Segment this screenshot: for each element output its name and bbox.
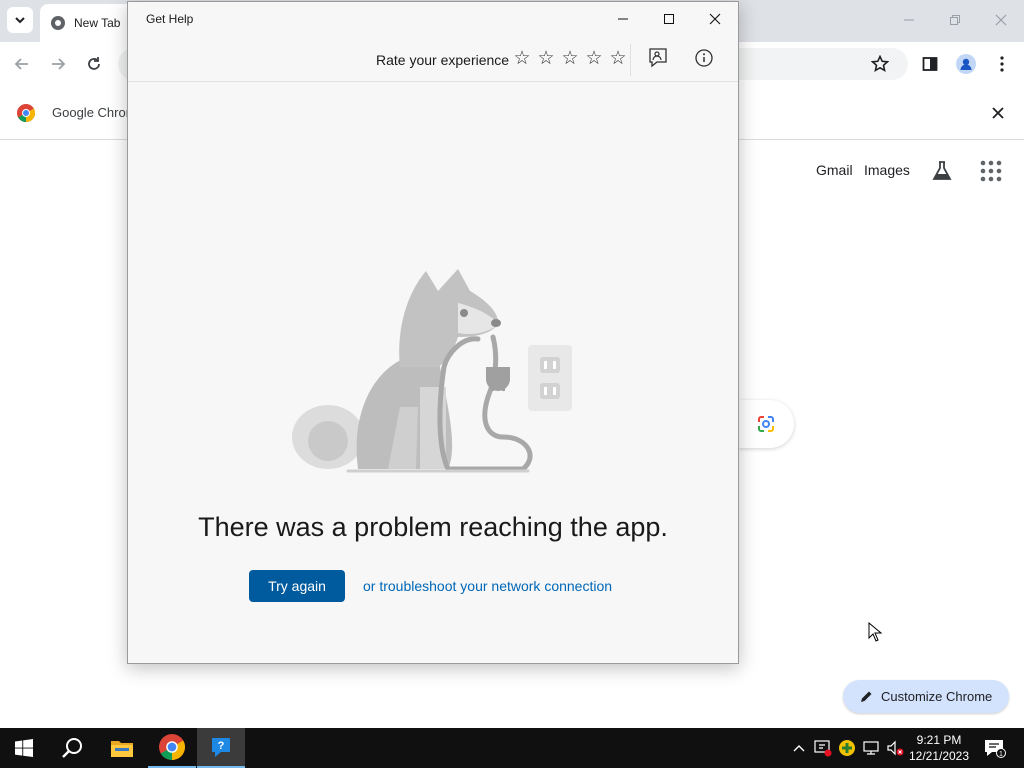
avatar-icon	[956, 54, 976, 74]
rating-stars: ☆ ☆ ☆ ☆ ☆	[510, 48, 630, 70]
network-icon	[863, 741, 879, 755]
side-panel-button[interactable]	[918, 52, 942, 76]
side-panel-icon	[922, 57, 938, 71]
images-link[interactable]: Images	[864, 162, 910, 178]
infobar-close-button[interactable]	[988, 103, 1008, 123]
file-explorer-icon	[111, 741, 133, 757]
maximize-icon	[664, 14, 674, 24]
info-icon	[695, 49, 713, 67]
yellow-green-badge-icon	[839, 740, 855, 756]
help-toolbar: Rate your experience ☆ ☆ ☆ ☆ ☆	[128, 34, 738, 82]
get-help-titlebar[interactable]: Get Help	[128, 2, 738, 34]
chevron-up-icon	[793, 745, 805, 752]
chevron-down-icon	[15, 17, 25, 24]
pencil-icon	[861, 691, 872, 702]
tray-network-button[interactable]	[862, 739, 880, 757]
chrome-favicon-icon	[51, 16, 65, 30]
mouse-pointer-icon	[868, 622, 882, 642]
labs-button[interactable]	[930, 159, 954, 183]
error-heading: There was a problem reaching the app.	[198, 512, 668, 542]
tab-search-button[interactable]	[7, 7, 33, 33]
close-icon	[992, 107, 1004, 119]
taskbar: ? 9:21 PM 12/21/2023 1	[0, 728, 1024, 768]
gmail-link[interactable]: Gmail	[816, 162, 853, 178]
bookmark-button[interactable]	[868, 52, 892, 76]
minimize-icon	[618, 18, 628, 20]
chrome-close-button[interactable]	[986, 6, 1016, 34]
dog-unplugged-illustration	[292, 269, 572, 473]
clock-date: 12/21/2023	[908, 749, 970, 763]
rating-star-4[interactable]: ☆	[582, 48, 606, 70]
chrome-minimize-button[interactable]	[894, 6, 924, 34]
chrome-restore-button[interactable]	[940, 6, 970, 34]
close-icon	[709, 13, 721, 25]
close-icon	[995, 14, 1007, 26]
reload-button[interactable]	[82, 52, 106, 76]
display-warning-icon	[814, 740, 832, 757]
window-title: Get Help	[146, 12, 194, 26]
clock-time: 9:21 PM	[916, 733, 962, 747]
tray-volume-button[interactable]	[886, 739, 904, 757]
about-button[interactable]	[693, 47, 715, 69]
search-by-image-button[interactable]	[738, 400, 794, 448]
troubleshoot-network-link[interactable]: or troubleshoot your network connection	[363, 578, 612, 594]
flask-icon	[932, 161, 952, 180]
close-button[interactable]	[692, 4, 738, 34]
reload-icon	[88, 57, 100, 70]
start-button[interactable]	[0, 728, 48, 768]
get-help-icon: ?	[212, 738, 230, 757]
feedback-icon	[649, 48, 667, 68]
feedback-button[interactable]	[646, 46, 670, 70]
taskbar-file-explorer[interactable]	[98, 728, 146, 768]
svg-text:?: ?	[218, 740, 225, 752]
back-arrow-icon	[14, 58, 28, 70]
notification-icon: 1	[985, 740, 1006, 758]
chrome-logo-icon	[17, 104, 35, 122]
taskbar-get-help[interactable]: ?	[197, 728, 245, 768]
toolbar-divider	[630, 44, 631, 76]
maximize-button[interactable]	[646, 4, 692, 34]
customize-chrome-button[interactable]: Customize Chrome	[843, 680, 1009, 713]
taskbar-search-button[interactable]	[48, 728, 96, 768]
start-icon	[15, 739, 33, 757]
back-button[interactable]	[10, 52, 34, 76]
notification-center-button[interactable]: 1	[982, 736, 1006, 760]
forward-arrow-icon	[52, 58, 66, 70]
chrome-menu-button[interactable]	[990, 52, 1014, 76]
search-icon	[62, 738, 82, 758]
volume-muted-icon	[887, 740, 904, 756]
taskbar-chrome[interactable]	[148, 728, 196, 768]
rate-experience-label: Rate your experience	[376, 52, 510, 68]
minimize-icon	[904, 19, 914, 21]
restore-icon	[950, 15, 960, 25]
taskbar-clock[interactable]: 9:21 PM 12/21/2023	[906, 732, 972, 764]
apps-grid-icon	[980, 160, 1002, 182]
forward-button[interactable]	[46, 52, 70, 76]
try-again-button[interactable]: Try again	[249, 570, 345, 602]
customize-chrome-label: Customize Chrome	[881, 689, 993, 704]
get-help-window: Get Help Rate your experience ☆ ☆ ☆ ☆ ☆	[127, 1, 739, 664]
rating-star-3[interactable]: ☆	[558, 48, 582, 70]
tray-security-icon-button[interactable]	[814, 739, 832, 757]
rating-star-2[interactable]: ☆	[534, 48, 558, 70]
notification-count: 1	[999, 751, 1003, 758]
chrome-icon	[159, 734, 185, 760]
profile-button[interactable]	[954, 52, 978, 76]
more-vert-icon	[1000, 56, 1004, 72]
tab-title: New Tab	[74, 16, 121, 30]
google-lens-icon	[758, 416, 774, 432]
rating-star-5[interactable]: ☆	[606, 48, 630, 70]
star-icon	[871, 55, 889, 72]
minimize-button[interactable]	[600, 4, 646, 34]
rating-star-1[interactable]: ☆	[510, 48, 534, 70]
show-hidden-icons-button[interactable]	[790, 739, 808, 757]
google-apps-button[interactable]	[980, 160, 1002, 182]
tray-app-icon-button[interactable]	[838, 739, 856, 757]
